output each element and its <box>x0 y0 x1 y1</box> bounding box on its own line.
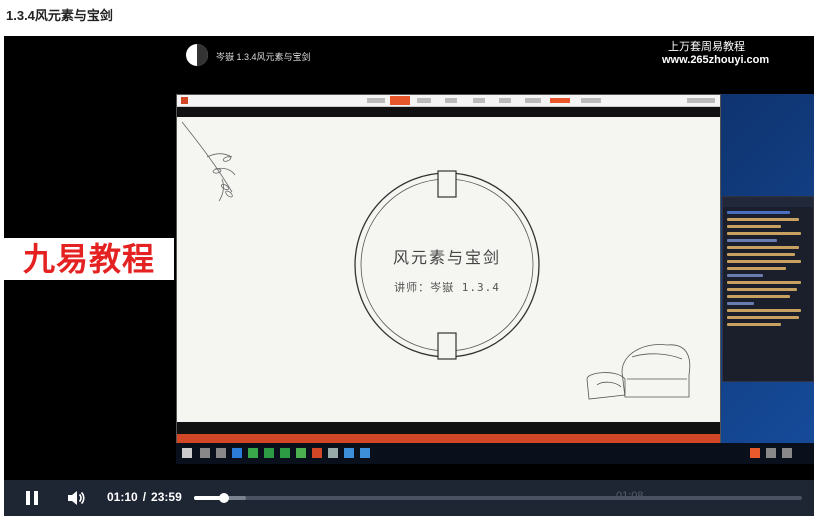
current-time: 01:10 <box>107 490 138 504</box>
brand-url: www.265zhouyi.com <box>662 54 770 66</box>
slide-artwork <box>181 121 691 400</box>
windows-start-icon <box>182 448 192 458</box>
player-controls: 01:10/23:59 01:08 <box>4 480 814 516</box>
slide-subtitle: 讲师：岑嶽 1.3.4 <box>394 281 500 294</box>
watermark-logo: 九易教程 <box>4 238 174 280</box>
duration: 23:59 <box>151 490 182 504</box>
speaker-icon <box>68 491 85 505</box>
powerpoint-icon <box>181 97 188 104</box>
time-display: 01:10/23:59 <box>107 490 182 504</box>
presentation-slide: 风元素与宝剑 讲师：岑嶽 1.3.4 <box>177 117 720 422</box>
brand-caption: 上万套周易教程 <box>668 40 745 53</box>
ppt-titlebar <box>177 95 720 107</box>
recorded-desktop: 风元素与宝剑 讲师：岑嶽 1.3.4 <box>176 94 814 464</box>
chat-panel <box>722 196 814 382</box>
yin-yang-logo-icon <box>186 44 208 66</box>
bread-illustration-icon <box>586 344 691 400</box>
powerpoint-window: 风元素与宝剑 讲师：岑嶽 1.3.4 <box>176 94 721 443</box>
page-title: 1.3.4风元素与宝剑 <box>6 8 113 23</box>
windows-taskbar <box>176 443 814 464</box>
video-player[interactable]: 岑嶽 1.3.4风元素与宝剑 上万套周易教程 www.265zhouyi.com… <box>4 36 814 516</box>
video-header-title: 岑嶽 1.3.4风元素与宝剑 <box>216 52 311 62</box>
slide-title: 风元素与宝剑 <box>392 248 501 267</box>
volume-button[interactable] <box>66 488 86 508</box>
progress-handle[interactable] <box>218 493 229 503</box>
pause-icon <box>26 491 30 505</box>
ppt-status-bar <box>177 434 720 443</box>
branch-illustration-icon <box>181 121 236 202</box>
pause-button[interactable] <box>24 490 40 506</box>
progress-bar[interactable] <box>194 493 802 503</box>
